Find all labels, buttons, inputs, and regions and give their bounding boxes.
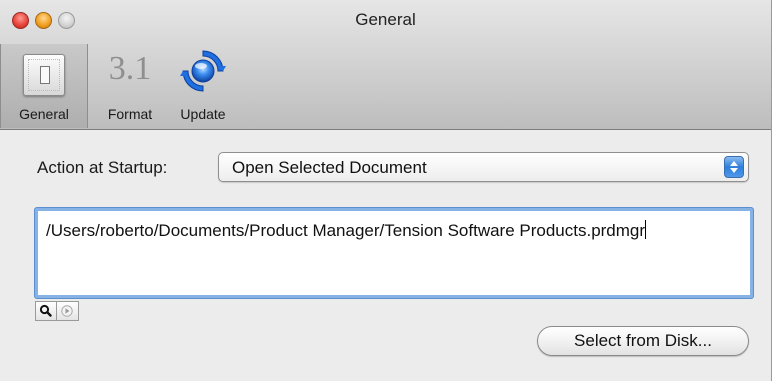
document-path-field[interactable]: /Users/roberto/Documents/Product Manager… [35,208,753,298]
magnifier-icon [39,304,52,317]
preferences-window: General General 3.1 Format Update Action… [0,0,772,381]
document-path-text: /Users/roberto/Documents/Product Manager… [46,221,646,240]
toolbar-item-format[interactable]: 3.1 Format [93,44,167,128]
switch-icon [23,54,65,96]
title-toolbar-area: General General 3.1 Format Update [0,0,771,130]
startup-action-popup[interactable]: Open Selected Document [218,152,749,182]
toolbar-item-general-label: General [19,106,69,122]
toolbar-item-format-label: Format [107,106,153,122]
format-icon: 3.1 [108,50,152,87]
startup-action-value: Open Selected Document [232,158,427,177]
open-arrow-button[interactable] [57,301,79,321]
toolbar-item-update-label: Update [180,106,226,122]
general-pane: Action at Startup: Open Selected Documen… [0,130,771,381]
window-title: General [355,10,416,29]
startup-action-label: Action at Startup: [37,158,168,177]
toolbar-item-general[interactable]: General [0,44,88,128]
path-field-controls [35,301,79,321]
arrow-circle-icon [61,305,73,317]
select-from-disk-button[interactable]: Select from Disk... [537,326,749,356]
text-caret [645,220,647,239]
reveal-button[interactable] [35,301,57,321]
update-icon [180,50,226,92]
toolbar-item-update[interactable]: Update [167,44,239,128]
popup-arrows-icon [724,156,744,178]
